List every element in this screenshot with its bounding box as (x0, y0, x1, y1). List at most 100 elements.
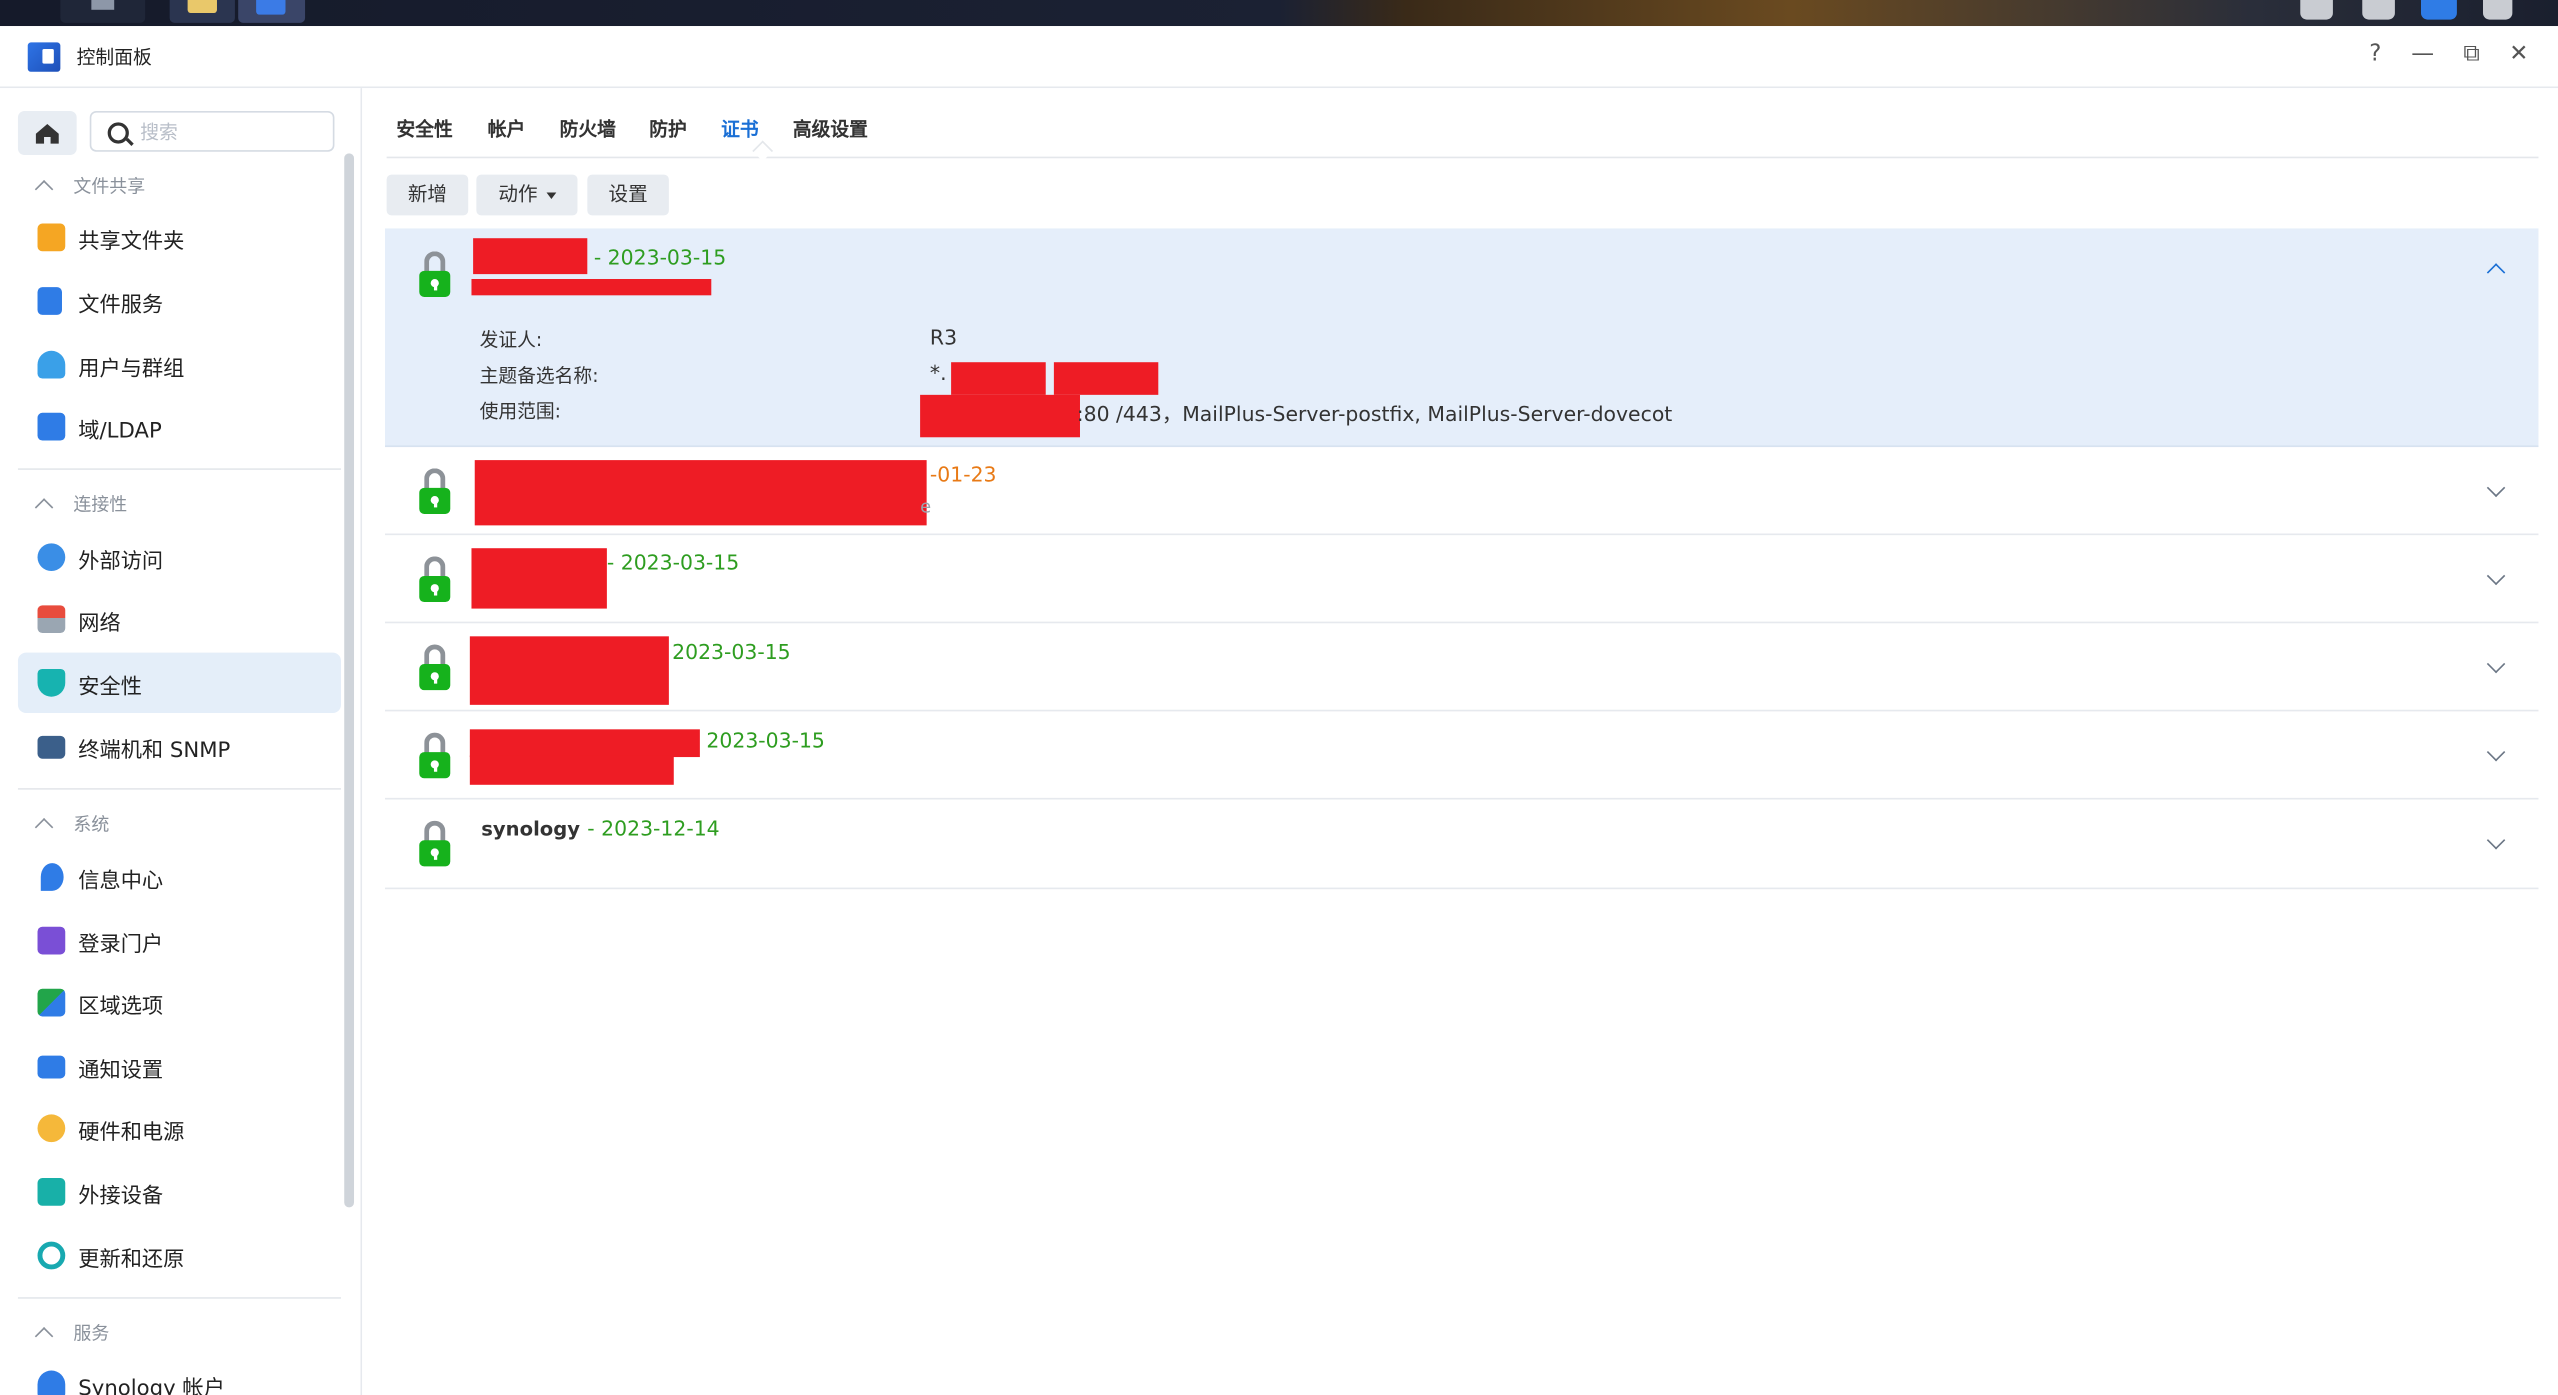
sidebar-scrollbar[interactable] (344, 153, 355, 1208)
file-services-icon (37, 287, 62, 315)
tab-protection[interactable]: 防护 (649, 116, 687, 142)
desktop-taskbar (0, 0, 2558, 27)
section-header-connectivity[interactable]: 连接性 (34, 491, 128, 517)
chevron-down-icon[interactable] (2486, 654, 2506, 674)
sidebar-item-label: 外接设备 (78, 1184, 164, 1210)
usage-label: 使用范围: (479, 399, 561, 423)
certificate-row[interactable]: 2023-03-15 (385, 623, 2539, 712)
redacted-san (1053, 362, 1159, 395)
sidebar-item-hardware-power[interactable]: 硬件和电源 (18, 1098, 341, 1158)
lock-icon (419, 732, 451, 779)
sidebar-item-security[interactable]: 安全性 (17, 652, 341, 714)
sidebar-item-label: 网络 (78, 611, 121, 637)
chevron-up-icon (34, 498, 54, 517)
user-icon[interactable] (2362, 0, 2395, 20)
lock-icon (419, 468, 451, 514)
update-icon (37, 1241, 66, 1270)
taskbar-control-panel-button[interactable] (238, 0, 306, 23)
certificate-row[interactable]: - 2023-03-15 发证人: R3 主题备选名称: *. 使用范围: :8… (385, 228, 2539, 448)
sidebar-item-network[interactable]: 网络 (18, 589, 341, 649)
redacted-certificate-name (469, 636, 669, 705)
lock-icon (419, 556, 451, 603)
widgets-icon[interactable] (2420, 0, 2457, 20)
certificate-row[interactable]: synology - 2023-12-14 (385, 799, 2539, 890)
tab-advanced[interactable]: 高级设置 (793, 116, 868, 142)
sidebar-item-update-restore[interactable]: 更新和还原 (18, 1225, 341, 1285)
section-title: 服务 (73, 1323, 110, 1345)
sidebar-item-regional-options[interactable]: 区域选项 (18, 972, 341, 1032)
home-icon (35, 124, 59, 144)
taskbar-app-button[interactable] (169, 0, 235, 23)
section-header-services[interactable]: 服务 (34, 1320, 110, 1346)
sidebar-item-shared-folder[interactable]: 共享文件夹 (18, 207, 341, 267)
certificate-row[interactable]: 2023-03-15 (385, 711, 2539, 800)
tab-firewall[interactable]: 防火墙 (560, 116, 616, 142)
lightbulb-icon (37, 1114, 66, 1143)
chevron-down-icon[interactable] (2486, 566, 2506, 586)
sidebar-item-info-center[interactable]: 信息中心 (18, 847, 341, 907)
sidebar-item-notification[interactable]: 通知设置 (18, 1036, 341, 1096)
caret-down-icon (545, 191, 556, 199)
chevron-up-icon (34, 180, 54, 199)
regional-options-icon (37, 988, 66, 1017)
help-button[interactable]: ? (2359, 41, 2392, 67)
terminal-icon (37, 735, 66, 759)
restore-button[interactable]: ⧉ (2455, 41, 2488, 67)
minimize-button[interactable]: — (2406, 41, 2439, 67)
chevron-down-icon[interactable] (2486, 742, 2506, 762)
sidebar-item-external-devices[interactable]: 外接设备 (18, 1162, 341, 1222)
close-button[interactable]: ✕ (2503, 41, 2536, 67)
sidebar-item-domain-ldap[interactable]: 域/LDAP (18, 396, 341, 456)
sidebar-item-label: 硬件和电源 (78, 1120, 185, 1146)
usage-value: :80 /443，MailPlus-Server-postfix, MailPl… (1076, 401, 1673, 426)
redacted-certificate-subtitle (469, 755, 674, 785)
sidebar-item-label: 用户与群组 (78, 357, 185, 382)
chevron-down-icon[interactable] (2486, 478, 2506, 498)
add-button[interactable]: 新增 (386, 174, 469, 216)
notification-icon (37, 1055, 66, 1079)
action-dropdown[interactable]: 动作 (476, 174, 578, 216)
sidebar-item-label: 通知设置 (78, 1058, 164, 1084)
section-title: 系统 (73, 814, 110, 836)
sidebar-item-users-groups[interactable]: 用户与群组 (18, 334, 341, 394)
home-button[interactable] (17, 110, 77, 156)
sidebar-item-login-portal[interactable]: 登录门户 (18, 910, 341, 970)
search-field[interactable] (89, 110, 335, 152)
sidebar-item-file-services[interactable]: 文件服务 (18, 271, 341, 331)
sidebar-item-label: 更新和还原 (78, 1248, 185, 1273)
sidebar-item-label: 终端机和 SNMP (78, 739, 231, 764)
sidebar-item-synology-account[interactable]: Synology 帐户 (18, 1354, 341, 1395)
redacted-san (951, 362, 1046, 395)
issuer-label: 发证人: (479, 327, 543, 351)
action-dropdown-label: 动作 (498, 182, 538, 206)
taskbar-app-button[interactable] (60, 0, 146, 23)
lock-icon (419, 251, 451, 297)
shield-icon (37, 668, 66, 697)
tab-bar: 安全性 帐户 防火墙 防护 证书 高级设置 (386, 88, 2539, 162)
section-title: 连接性 (73, 494, 128, 516)
chevron-up-icon[interactable] (2486, 263, 2506, 282)
sidebar-item-label: 域/LDAP (78, 419, 162, 444)
certificate-date: - 2023-03-15 (593, 244, 727, 270)
window-title: 控制面板 (76, 45, 152, 69)
search-input[interactable] (140, 117, 320, 146)
section-header-system[interactable]: 系统 (34, 811, 110, 837)
chat-icon[interactable] (2300, 0, 2333, 20)
divider (17, 1297, 341, 1299)
network-icon (37, 605, 66, 634)
certificate-row[interactable]: - 2023-03-15 (385, 535, 2539, 624)
settings-button[interactable]: 设置 (587, 174, 669, 216)
tab-certificate[interactable]: 证书 (721, 116, 759, 142)
certificate-row[interactable]: -01-23 e (385, 447, 2539, 536)
tab-security[interactable]: 安全性 (396, 116, 452, 142)
redacted-certificate-name (474, 460, 927, 526)
certificate-date: - 2023-12-14 (587, 815, 720, 841)
chevron-down-icon[interactable] (2486, 831, 2506, 850)
sidebar-item-terminal-snmp[interactable]: 终端机和 SNMP (18, 716, 341, 776)
tab-account[interactable]: 帐户 (488, 116, 526, 142)
redacted-usage (920, 394, 1080, 438)
section-header-file-sharing[interactable]: 文件共享 (34, 173, 145, 199)
search-icon[interactable] (2482, 0, 2513, 20)
sidebar-item-external-access[interactable]: 外部访问 (18, 527, 341, 587)
redacted-certificate-name (471, 548, 607, 609)
